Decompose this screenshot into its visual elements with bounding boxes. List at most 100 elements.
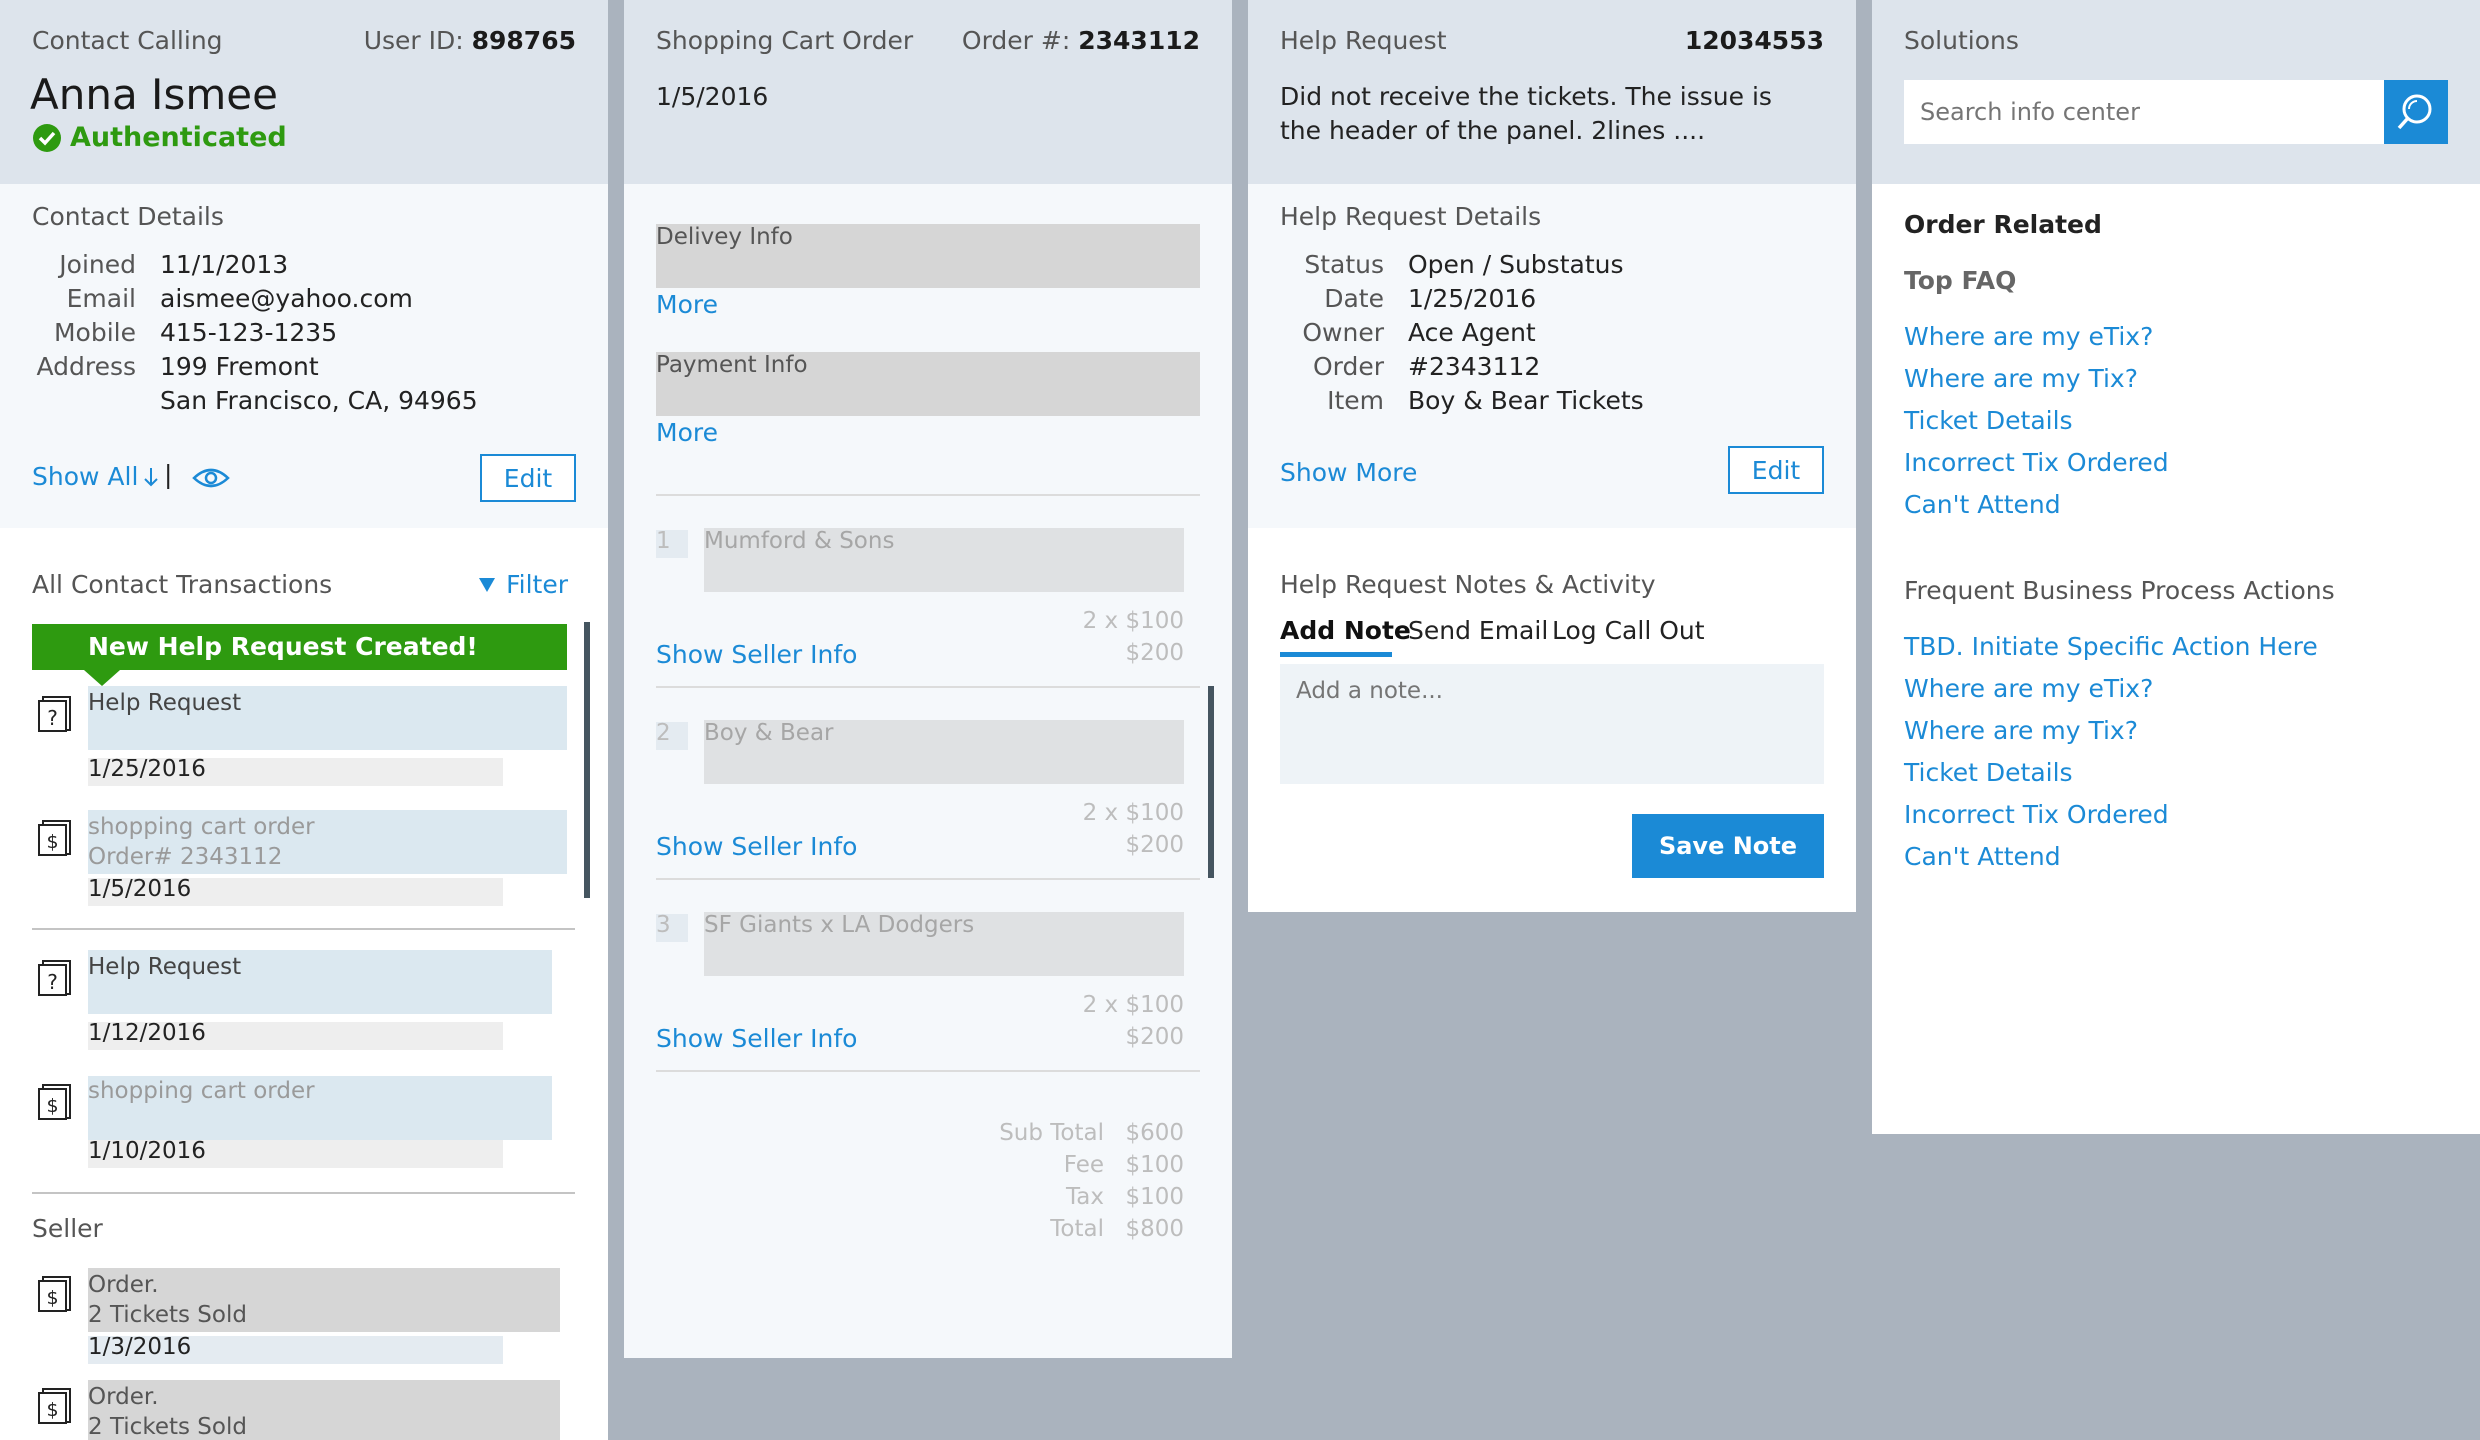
svg-text:$: $ [46, 831, 58, 853]
search-box [1904, 80, 2448, 144]
tab-add-note[interactable]: Add Note [1280, 616, 1411, 645]
show-all-label: Show All [32, 462, 139, 491]
total-label: Total [1050, 1216, 1104, 1242]
field-label-mobile: Mobile [53, 318, 136, 347]
help-request-icon: ? [38, 960, 71, 996]
cart-date: 1/5/2016 [656, 82, 769, 111]
help-description-line2: the header of the panel. 2lines .... [1280, 116, 1706, 145]
action-link-cant-attend[interactable]: Can't Attend [1904, 842, 2061, 871]
item-price: $200 [1125, 1024, 1184, 1050]
show-more-link[interactable]: Show More [1280, 458, 1417, 487]
user-id-value: 898765 [471, 26, 576, 55]
order-related-title: Order Related [1904, 210, 2102, 239]
cart-scrollbar[interactable] [1208, 686, 1214, 878]
transaction-date: 1/12/2016 [88, 1020, 206, 1046]
field-label-item: Item [1327, 386, 1384, 415]
item-price: $200 [1125, 640, 1184, 666]
item-qty: 2 x $100 [1082, 608, 1184, 634]
field-value-mobile: 415-123-1235 [160, 318, 338, 347]
contact-name: Anna Ismee [30, 70, 278, 119]
tax-label: Tax [1066, 1184, 1104, 1210]
tax-value: $100 [1125, 1184, 1184, 1210]
filter-icon [479, 577, 496, 592]
seller-item-title[interactable]: Order. [88, 1272, 159, 1298]
transactions-scrollbar[interactable] [584, 622, 590, 898]
help-header-title: Help Request [1280, 26, 1447, 55]
auth-status: Authenticated [32, 122, 287, 153]
show-all-link[interactable]: Show All [32, 462, 160, 491]
solutions-header-title: Solutions [1904, 26, 2019, 55]
seller-divider [32, 1192, 575, 1194]
save-note-button[interactable]: Save Note [1632, 814, 1824, 878]
search-button[interactable] [2384, 80, 2448, 144]
note-input[interactable] [1280, 664, 1824, 784]
cart-divider [656, 494, 1200, 496]
help-details-section: Help Request Details Status Open / Subst… [1248, 184, 1856, 528]
action-link-initiate[interactable]: TBD. Initiate Specific Action Here [1904, 632, 2318, 661]
transactions-title: All Contact Transactions [32, 570, 333, 599]
show-seller-info-link[interactable]: Show Seller Info [656, 640, 857, 669]
banner-text: New Help Request Created! [88, 632, 478, 661]
transaction-title[interactable]: Help Request [88, 954, 241, 980]
tab-send-email[interactable]: Send Email [1408, 616, 1548, 645]
contact-details-section: Contact Details Joined 11/1/2013 Email a… [0, 184, 608, 528]
transaction-date: 1/25/2016 [88, 756, 206, 782]
eye-icon[interactable] [192, 466, 230, 490]
seller-item-title[interactable]: Order. [88, 1384, 159, 1410]
user-id-label: User ID: [363, 26, 464, 55]
action-link-etix[interactable]: Where are my eTix? [1904, 674, 2153, 703]
svg-text:?: ? [47, 706, 58, 730]
tab-add-note-underline [1280, 652, 1392, 657]
help-panel: Help Request 12034553 Did not receive th… [1248, 0, 1856, 912]
contact-edit-button[interactable]: Edit [480, 454, 576, 502]
order-doc-icon: $ [38, 1276, 71, 1312]
filter-label: Filter [506, 570, 568, 599]
contact-header-title: Contact Calling [32, 26, 223, 55]
transaction-title[interactable]: Help Request [88, 690, 241, 716]
action-link-tix[interactable]: Where are my Tix? [1904, 716, 2138, 745]
item-price: $200 [1125, 832, 1184, 858]
payment-more-link[interactable]: More [656, 418, 718, 447]
show-seller-info-link[interactable]: Show Seller Info [656, 832, 857, 861]
delivery-more-link[interactable]: More [656, 290, 718, 319]
cart-header: Shopping Cart Order Order #: 2343112 1/5… [624, 0, 1232, 184]
faq-link-etix[interactable]: Where are my eTix? [1904, 322, 2153, 351]
top-faq-title: Top FAQ [1904, 266, 2017, 295]
faq-link-ticket-details[interactable]: Ticket Details [1904, 406, 2073, 435]
item-name: SF Giants x LA Dodgers [704, 912, 975, 938]
transaction-title[interactable]: shopping cart order [88, 814, 315, 840]
tab-log-call-out[interactable]: Log Call Out [1552, 616, 1705, 645]
item-divider [656, 878, 1200, 880]
cart-panel: Shopping Cart Order Order #: 2343112 1/5… [624, 0, 1232, 1358]
faq-link-cant-attend[interactable]: Can't Attend [1904, 490, 2061, 519]
help-edit-button[interactable]: Edit [1728, 446, 1824, 494]
svg-text:$: $ [46, 1287, 58, 1309]
frequent-actions-title: Frequent Business Process Actions [1904, 576, 2335, 605]
order-number-label: Order #: [961, 26, 1071, 55]
search-input[interactable] [1904, 80, 2384, 144]
solutions-body: Order Related Top FAQ Where are my eTix?… [1872, 184, 2480, 1134]
subtotal-label: Sub Total [999, 1120, 1104, 1146]
action-link-ticket-details[interactable]: Ticket Details [1904, 758, 2073, 787]
faq-link-incorrect-tix[interactable]: Incorrect Tix Ordered [1904, 448, 2169, 477]
field-label-address: Address [36, 352, 136, 381]
action-link-incorrect-tix[interactable]: Incorrect Tix Ordered [1904, 800, 2169, 829]
field-label-owner: Owner [1302, 318, 1384, 347]
filter-button[interactable]: Filter [478, 570, 568, 599]
svg-text:$: $ [46, 1095, 58, 1117]
transaction-subtitle: Order# 2343112 [88, 844, 283, 870]
field-label-status: Status [1304, 250, 1384, 279]
fee-value: $100 [1125, 1152, 1184, 1178]
total-value: $800 [1125, 1216, 1184, 1242]
order-doc-icon: $ [38, 1388, 71, 1424]
help-details-title: Help Request Details [1280, 202, 1542, 231]
field-value-order: #2343112 [1408, 352, 1541, 381]
contact-panel: Contact Calling User ID: 898765 Anna Ism… [0, 0, 608, 1440]
faq-link-tix[interactable]: Where are my Tix? [1904, 364, 2138, 393]
help-request-id: 12034553 [1684, 26, 1824, 55]
transaction-title[interactable]: shopping cart order [88, 1078, 315, 1104]
notes-section: Help Request Notes & Activity Add Note S… [1248, 528, 1856, 912]
item-divider [656, 686, 1200, 688]
order-doc-icon: $ [38, 820, 71, 856]
show-seller-info-link[interactable]: Show Seller Info [656, 1024, 857, 1053]
